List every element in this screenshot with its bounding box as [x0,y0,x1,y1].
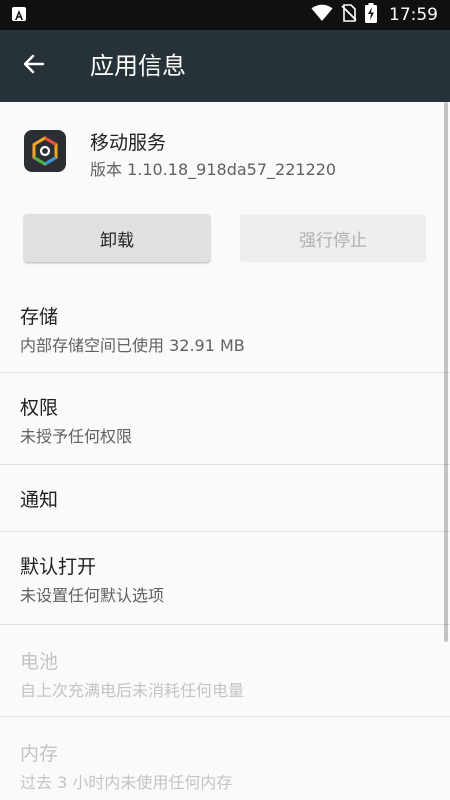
item-subtitle: 自上次充满电后未消耗任何电量 [20,681,245,700]
force-stop-button[interactable]: 强行停止 [240,214,426,262]
app-logo-icon [24,130,66,172]
item-title: 电池 [20,651,59,673]
wifi-icon [311,4,333,26]
app-info-content: 移动服务 版本 1.10.18_918da57_221220 卸载 强行停止 存… [0,102,450,800]
item-title: 默认打开 [20,556,97,578]
page-title: 应用信息 [90,52,186,80]
item-title: 存储 [20,306,59,328]
list-item-storage[interactable]: 存储 内部存储空间已使用 32.91 MB [0,288,450,372]
scrollbar[interactable] [444,102,448,642]
app-notification-icon [12,7,26,21]
arrow-back-icon [23,54,45,78]
list-item-battery: 电池 自上次充满电后未消耗任何电量 [0,625,450,715]
list-item-notifications[interactable]: 通知 [0,465,450,531]
battery-charging-icon [365,3,377,27]
no-sim-icon [341,4,357,26]
item-subtitle: 未授予任何权限 [20,427,133,446]
status-time: 17:59 [389,5,438,25]
item-subtitle: 过去 3 小时内未使用任何内存 [20,773,233,792]
status-bar: 17:59 [0,0,450,30]
app-header: 移动服务 版本 1.10.18_918da57_221220 [0,102,450,202]
list-item-open-by-default[interactable]: 默认打开 未设置任何默认选项 [0,532,450,624]
app-bar: 应用信息 [0,30,450,102]
list-item-memory: 内存 过去 3 小时内未使用任何内存 [0,717,450,800]
item-subtitle: 内部存储空间已使用 32.91 MB [20,336,245,355]
back-button[interactable] [16,48,52,84]
app-name: 移动服务 [90,132,167,154]
app-version: 版本 1.10.18_918da57_221220 [90,160,337,179]
uninstall-button[interactable]: 卸载 [24,214,210,262]
item-title: 权限 [20,397,59,419]
list-item-permissions[interactable]: 权限 未授予任何权限 [0,373,450,463]
item-subtitle: 未设置任何默认选项 [20,586,165,605]
item-title: 内存 [20,743,59,765]
item-title: 通知 [20,489,59,511]
